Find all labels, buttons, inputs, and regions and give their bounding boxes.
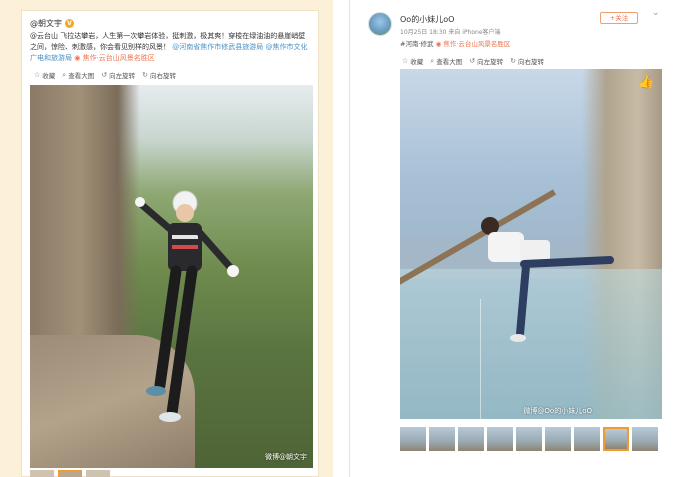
thumbnail[interactable] bbox=[400, 427, 426, 451]
post-tags: #河南·修武 ◉ 焦作·云台山风景名胜区 bbox=[400, 40, 511, 48]
magnifier-icon: ⌕ bbox=[62, 70, 67, 79]
climbing-photo[interactable]: 微博@朝文宇 bbox=[30, 85, 313, 468]
climber-figure bbox=[135, 190, 239, 422]
rotate-left-icon: ↺ bbox=[101, 71, 108, 79]
post-time[interactable]: 10月25日 18:30 bbox=[400, 29, 446, 36]
rotate-right-icon: ↻ bbox=[142, 71, 148, 79]
star-icon: ☆ bbox=[402, 57, 409, 65]
collect-button[interactable]: ☆ 收藏 bbox=[34, 70, 55, 80]
right-thumbnail-strip bbox=[400, 427, 658, 451]
thumbnail[interactable] bbox=[86, 470, 110, 477]
walker-figure bbox=[481, 217, 614, 342]
star-icon: ☆ bbox=[34, 71, 41, 79]
post-meta: 10月25日 18:30 来自 iPhone客户端 bbox=[400, 27, 501, 36]
thumbnail[interactable] bbox=[30, 470, 54, 477]
verified-badge-icon: V bbox=[65, 19, 74, 28]
rotate-right-button[interactable]: ↻ 向右旋转 bbox=[510, 56, 544, 66]
location-link[interactable]: ◉ 焦作·云台山风景名胜区 bbox=[74, 54, 155, 62]
thumbnail[interactable] bbox=[574, 427, 600, 451]
chevron-down-icon[interactable]: ⌄ bbox=[652, 8, 660, 18]
magnifier-icon: ⌕ bbox=[430, 56, 435, 65]
rotate-left-label: 向左旋转 bbox=[109, 72, 136, 80]
author-name[interactable]: @朝文宇 bbox=[30, 18, 62, 29]
rotate-right-label: 向右旋转 bbox=[517, 58, 544, 66]
thumbnail[interactable] bbox=[429, 427, 455, 451]
rotate-right-label: 向右旋转 bbox=[149, 72, 176, 80]
left-thumbnail-strip bbox=[30, 470, 110, 477]
view-large-label: 查看大图 bbox=[68, 72, 95, 80]
tag-city[interactable]: 修武 bbox=[421, 40, 434, 48]
view-large-button[interactable]: ⌕ 查看大图 bbox=[430, 56, 463, 67]
image-toolbar: ☆ 收藏 ⌕ 查看大图 ↺ 向左旋转 ↻ 向右旋转 bbox=[34, 70, 176, 81]
collect-label: 收藏 bbox=[410, 58, 424, 66]
post-source: 来自 iPhone客户端 bbox=[448, 29, 501, 36]
rotate-left-button[interactable]: ↺ 向左旋转 bbox=[101, 70, 135, 80]
thumbnail[interactable] bbox=[632, 427, 658, 451]
photo-watermark: 微博@Oo的小妹儿oO bbox=[523, 407, 592, 415]
collect-button[interactable]: ☆ 收藏 bbox=[402, 56, 423, 66]
rotate-right-icon: ↻ bbox=[510, 57, 516, 65]
rotate-right-button[interactable]: ↻ 向右旋转 bbox=[142, 70, 176, 80]
photo-watermark: 微博@朝文宇 bbox=[265, 453, 307, 461]
thumbnail-active[interactable] bbox=[603, 427, 629, 451]
tag-region[interactable]: #河南 bbox=[400, 40, 418, 48]
thumbnail-active[interactable] bbox=[58, 470, 82, 477]
rotate-left-button[interactable]: ↺ 向左旋转 bbox=[469, 56, 503, 66]
rotate-left-icon: ↺ bbox=[469, 57, 476, 65]
location-text: 焦作·云台山风景名胜区 bbox=[82, 54, 155, 62]
thumbnail[interactable] bbox=[545, 427, 571, 451]
thumbnail[interactable] bbox=[516, 427, 542, 451]
avatar[interactable] bbox=[368, 12, 392, 36]
username[interactable]: Oo的小妹儿oO bbox=[400, 14, 454, 25]
thumbnail[interactable] bbox=[458, 427, 484, 451]
post-header: @朝文宇 V bbox=[30, 18, 74, 29]
thumbnail[interactable] bbox=[487, 427, 513, 451]
follow-button[interactable]: +关注 bbox=[600, 12, 638, 24]
thumbs-up-icon[interactable]: 👍 bbox=[638, 75, 654, 91]
collect-label: 收藏 bbox=[42, 72, 56, 80]
glass-walkway-photo[interactable]: 👍 微博@Oo的小妹儿oO bbox=[400, 69, 662, 419]
rotate-left-label: 向左旋转 bbox=[477, 58, 504, 66]
left-post-panel: @朝文宇 V @云台山 飞拉达攀岩，人生第一次攀岩体验，挺刺激，极其爽！穿梭在绿… bbox=[0, 0, 333, 477]
post-text: @云台山 飞拉达攀岩，人生第一次攀岩体验，挺刺激，极其爽！穿梭在绿油油的悬崖峭壁… bbox=[30, 31, 312, 64]
view-large-button[interactable]: ⌕ 查看大图 bbox=[62, 70, 95, 81]
post-body: @云台山 飞拉达攀岩，人生第一次攀岩体验，挺刺激，极其爽！穿梭在绿油油的悬崖峭壁… bbox=[30, 32, 306, 51]
image-toolbar: ☆ 收藏 ⌕ 查看大图 ↺ 向左旋转 ↻ 向右旋转 bbox=[402, 56, 544, 67]
location-text: 焦作·云台山风景名胜区 bbox=[443, 40, 511, 48]
view-large-label: 查看大图 bbox=[436, 58, 463, 66]
location-link[interactable]: ◉ 焦作·云台山风景名胜区 bbox=[436, 40, 511, 48]
mention-link-1[interactable]: @河南省焦作市修武县旅游局 bbox=[172, 43, 263, 51]
